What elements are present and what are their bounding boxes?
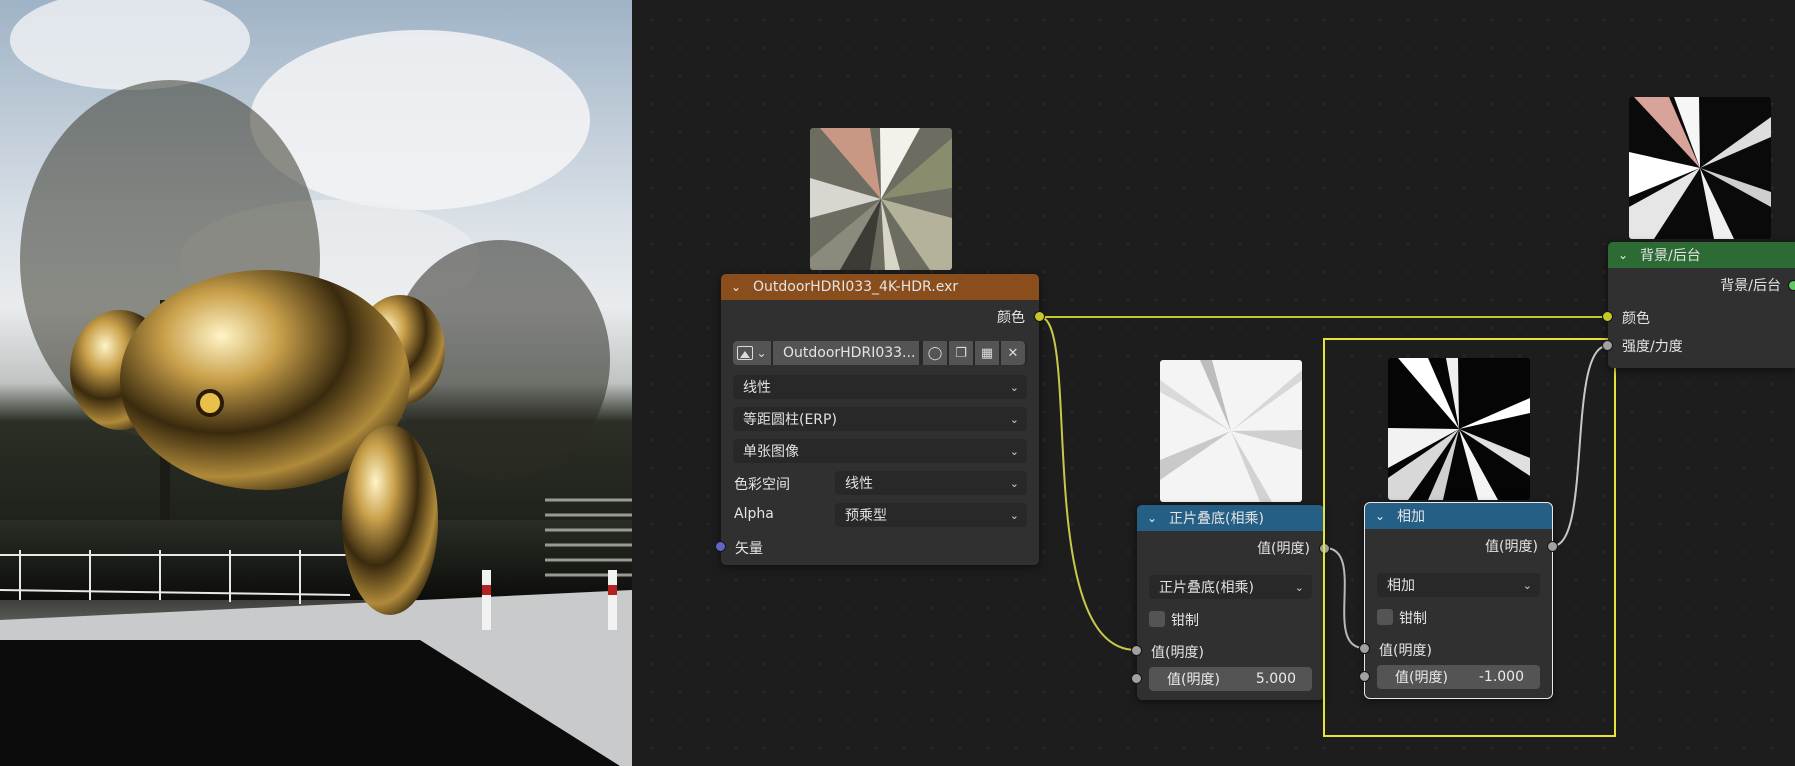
link-color-to-multiply <box>1039 316 1137 651</box>
background-node-header[interactable]: ⌄ 背景/后台 <box>1608 242 1795 268</box>
background-output-label: 背景/后台 <box>1720 278 1781 294</box>
link-add-to-background-strength <box>1552 345 1608 547</box>
render-preview-image <box>0 0 632 766</box>
multiply-preview <box>1160 360 1302 502</box>
background-color-socket[interactable] <box>1602 311 1613 322</box>
color-space-value: 线性 <box>845 476 873 492</box>
add-node-header[interactable]: ⌄ 相加 <box>1365 503 1552 529</box>
add-operation-dropdown[interactable]: 相加 ⌄ <box>1377 573 1540 597</box>
add-field-value: -1.000 <box>1478 669 1524 685</box>
image-texture-node[interactable]: ⌄ OutdoorHDRI033_4K-HDR.exr 颜色 ⌄ Outdoor… <box>715 274 1045 565</box>
image-texture-node-header[interactable]: ⌄ OutdoorHDRI033_4K-HDR.exr <box>721 274 1039 300</box>
chevron-down-icon: ⌄ <box>1009 508 1019 522</box>
output-color-label: 颜色 <box>997 310 1025 326</box>
close-icon[interactable]: ✕ <box>1001 341 1025 365</box>
chevron-down-icon[interactable]: ⌄ <box>731 280 743 294</box>
add-output-label: 值(明度) <box>1485 539 1538 555</box>
add-value-field[interactable]: 值(明度) -1.000 <box>1377 665 1540 689</box>
add-node[interactable]: ⌄ 相加 值(明度) 相加 ⌄ 钳制 值(明度) 值(明度) -1.000 <box>1359 502 1558 699</box>
background-color-label: 颜色 <box>1622 311 1650 327</box>
multiply-input-socket-1[interactable] <box>1131 645 1142 656</box>
chevron-down-icon: ⌄ <box>1522 578 1532 592</box>
source-value: 单张图像 <box>743 444 799 460</box>
multiply-operation-value: 正片叠底(相乘) <box>1159 580 1254 596</box>
add-node-title: 相加 <box>1397 509 1425 525</box>
multiply-node-title: 正片叠底(相乘) <box>1169 511 1264 527</box>
multiply-field-value: 5.000 <box>1255 671 1296 687</box>
alpha-value: 预乘型 <box>845 508 887 524</box>
add-input-label: 值(明度) <box>1379 643 1432 659</box>
background-preview <box>1629 97 1771 239</box>
background-strength-label: 强度/力度 <box>1622 339 1683 355</box>
chevron-down-icon[interactable]: ⌄ <box>1147 511 1159 525</box>
background-node-title: 背景/后台 <box>1640 248 1701 264</box>
alpha-dropdown[interactable]: 预乘型 ⌄ <box>835 503 1027 527</box>
background-node[interactable]: ⌄ 背景/后台 背景/后台 颜色 强度/力度 <box>1602 242 1795 368</box>
alpha-label: Alpha <box>734 506 774 522</box>
multiply-clamp-checkbox[interactable] <box>1149 611 1165 627</box>
multiply-input-label: 值(明度) <box>1151 645 1204 661</box>
output-color-socket[interactable] <box>1034 311 1045 322</box>
add-output-socket[interactable] <box>1547 541 1558 552</box>
chevron-down-icon: ⌄ <box>1009 380 1019 394</box>
chevron-down-icon[interactable]: ⌄ <box>1375 509 1387 523</box>
add-input-socket-2[interactable] <box>1359 671 1370 682</box>
add-clamp-label: 钳制 <box>1399 611 1427 627</box>
interpolation-value: 线性 <box>743 380 771 396</box>
multiply-clamp-label: 钳制 <box>1171 613 1199 629</box>
image-name-label: OutdoorHDRI033... <box>783 345 916 361</box>
chevron-down-icon[interactable]: ⌄ <box>1618 248 1630 262</box>
node-editor[interactable]: ⌄ OutdoorHDRI033_4K-HDR.exr 颜色 ⌄ Outdoor… <box>632 0 1795 766</box>
multiply-input-socket-2[interactable] <box>1131 673 1142 684</box>
chevron-down-icon: ⌄ <box>1009 444 1019 458</box>
link-multiply-to-add <box>1324 547 1365 649</box>
add-clamp-checkbox[interactable] <box>1377 609 1393 625</box>
image-texture-preview <box>810 128 952 270</box>
add-operation-value: 相加 <box>1387 578 1415 594</box>
interpolation-dropdown[interactable]: 线性 ⌄ <box>733 375 1027 399</box>
input-vector-socket[interactable] <box>715 541 726 552</box>
multiply-node-header[interactable]: ⌄ 正片叠底(相乘) <box>1137 505 1324 531</box>
multiply-operation-dropdown[interactable]: 正片叠底(相乘) ⌄ <box>1149 575 1312 599</box>
projection-value: 等距圆柱(ERP) <box>743 412 837 428</box>
input-vector-label: 矢量 <box>735 541 763 557</box>
color-space-dropdown[interactable]: 线性 ⌄ <box>835 471 1027 495</box>
add-preview <box>1388 358 1530 500</box>
add-field-label: 值(明度) <box>1395 670 1448 686</box>
background-strength-socket[interactable] <box>1602 340 1613 351</box>
projection-dropdown[interactable]: 等距圆柱(ERP) ⌄ <box>733 407 1027 431</box>
image-selector[interactable]: ⌄ OutdoorHDRI033... ◯ ❐ ▦ ✕ <box>733 341 1027 365</box>
image-browse-icon[interactable]: ⌄ <box>733 341 771 365</box>
duplicate-icon[interactable]: ❐ <box>949 341 973 365</box>
chevron-down-icon: ⌄ <box>1009 476 1019 490</box>
multiply-output-label: 值(明度) <box>1257 541 1310 557</box>
source-dropdown[interactable]: 单张图像 ⌄ <box>733 439 1027 463</box>
chevron-down-icon: ⌄ <box>1294 580 1304 594</box>
add-input-socket-1[interactable] <box>1359 643 1370 654</box>
multiply-field-label: 值(明度) <box>1167 672 1220 688</box>
shield-icon[interactable]: ◯ <box>923 341 947 365</box>
image-name-field[interactable]: OutdoorHDRI033... <box>773 341 919 365</box>
image-texture-node-title: OutdoorHDRI033_4K-HDR.exr <box>753 279 959 295</box>
color-space-label: 色彩空间 <box>734 477 790 493</box>
multiply-output-socket[interactable] <box>1319 543 1330 554</box>
chevron-down-icon: ⌄ <box>1009 412 1019 426</box>
render-viewport[interactable] <box>0 0 632 766</box>
multiply-node[interactable]: ⌄ 正片叠底(相乘) 值(明度) 正片叠底(相乘) ⌄ 钳制 值(明度) 值(明… <box>1131 505 1330 700</box>
background-output-socket[interactable] <box>1788 280 1795 291</box>
multiply-value-field[interactable]: 值(明度) 5.000 <box>1149 667 1312 691</box>
folder-icon[interactable]: ▦ <box>975 341 999 365</box>
